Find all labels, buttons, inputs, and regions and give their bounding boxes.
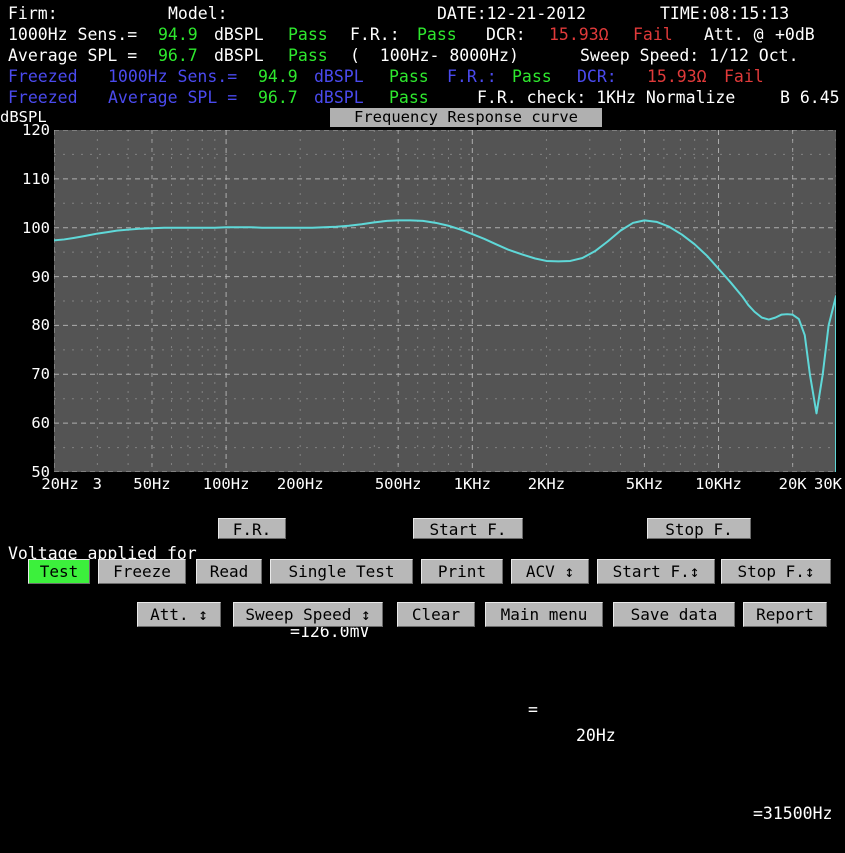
y-axis-tick-label: 60: [0, 415, 50, 431]
header-segment: 1000Hz Sens.=: [108, 66, 237, 87]
stop-frequency-button[interactable]: Stop F.: [647, 518, 751, 539]
x-axis-tick-label: 2KHz: [528, 476, 565, 493]
grid-lines: [54, 130, 836, 472]
header-segment: dBSPL: [214, 24, 264, 45]
chart-region: dBSPL Frequency Response curve 120110100…: [0, 108, 845, 500]
header-segment: Average SPL =: [8, 45, 137, 66]
stop-f-button[interactable]: Stop F.↕: [721, 559, 831, 584]
header-line-frozen-sens: Freezed 1000Hz Sens.= 94.9 dBSPL Pass F.R.: Pa…: [0, 66, 845, 87]
header-segment: Freezed: [8, 66, 78, 87]
acv-button[interactable]: ACV ↕: [511, 559, 589, 584]
freeze-button[interactable]: Freeze: [98, 559, 186, 584]
x-axis-tick-label: 3: [93, 476, 102, 493]
header-segment: 1000Hz Sens.=: [8, 24, 137, 45]
y-axis-tick-label: 100: [0, 220, 50, 236]
header-segment: dBSPL: [314, 66, 364, 87]
header-segment: Sweep Speed: 1/12 Oct.: [580, 45, 799, 66]
header-segment: DCR:: [486, 24, 526, 45]
x-axis-tick-label: 100Hz: [203, 476, 250, 493]
header-segment: 15.93Ω: [647, 66, 707, 87]
x-axis-tick-label: 20K: [779, 476, 807, 493]
header-segment: 96.7: [258, 87, 298, 108]
response-curve-svg: [54, 130, 836, 472]
header-segment: Fail: [633, 24, 673, 45]
x-axis-tick-label: 500Hz: [375, 476, 422, 493]
header-segment: B 6.45: [780, 87, 840, 108]
header-segment: Pass: [288, 24, 328, 45]
sweep-speed-button[interactable]: Sweep Speed ↕: [233, 602, 383, 627]
save-data-button[interactable]: Save data: [613, 602, 735, 627]
y-axis-tick-label: 80: [0, 317, 50, 333]
x-axis-tick-label: 1KHz: [454, 476, 491, 493]
header-segment: Pass: [417, 24, 457, 45]
fr-field-button[interactable]: F.R.: [218, 518, 286, 539]
frequency-response-app: Firm:Model:DATE:12-21-2012TIME:08:15:13 …: [0, 0, 845, 648]
header-segment: dBSPL: [214, 45, 264, 66]
header-segment: +0dB: [775, 24, 815, 45]
header-segment: DATE:12-21-2012: [437, 3, 586, 24]
secondary-button-row: Att. ↕ Sweep Speed ↕ Clear Main menu Save da…: [0, 602, 845, 632]
header-segment: 15.93Ω: [549, 24, 609, 45]
header-segment: ( 100Hz- 8000Hz): [350, 45, 519, 66]
header-segment: 94.9: [158, 24, 198, 45]
header-segment: 94.9: [258, 66, 298, 87]
plot-area[interactable]: [54, 130, 836, 472]
header-segment: dBSPL: [314, 87, 364, 108]
y-axis-tick-label: 110: [0, 171, 50, 187]
primary-button-row: Test Freeze Read Single Test Print ACV ↕ Start…: [0, 559, 845, 589]
header-segment: Pass: [288, 45, 328, 66]
read-button[interactable]: Read: [196, 559, 262, 584]
start-f-button[interactable]: Start F.↕: [597, 559, 715, 584]
header-line-firm-model-date: Firm: Model: DATE:12-21-2012 TIME:08:15:13: [0, 3, 845, 24]
stop-frequency-value: =31500Hz: [753, 801, 832, 827]
x-axis-tick-label: 10KHz: [695, 476, 742, 493]
clear-button[interactable]: Clear: [397, 602, 475, 627]
y-axis-tick-label: 90: [0, 269, 50, 285]
header-segment: F.R. check: 1KHz Normalize: [477, 87, 735, 108]
chart-title: Frequency Response curve: [330, 108, 602, 127]
header-segment: Pass: [389, 66, 429, 87]
header-segment: Firm:: [8, 3, 58, 24]
y-axis-tick-label: 70: [0, 366, 50, 382]
header-segment: Pass: [512, 66, 552, 87]
x-axis-tick-label: 30K: [814, 476, 842, 493]
y-axis-tick-label: 120: [0, 122, 50, 138]
header-segment: TIME:08:15:13: [660, 3, 789, 24]
single-test-button[interactable]: Single Test: [270, 559, 413, 584]
header-segment: F.R.:: [350, 24, 400, 45]
header-segment: Fail: [724, 66, 764, 87]
x-axis-tick-label: 50Hz: [133, 476, 170, 493]
header-line-frozen-average: Freezed Average SPL = 96.7 dBSPL Pass F.R. ch…: [0, 87, 845, 108]
status-header: Firm:Model:DATE:12-21-2012TIME:08:15:13 …: [0, 0, 845, 108]
header-segment: Average SPL =: [108, 87, 237, 108]
print-button[interactable]: Print: [421, 559, 503, 584]
header-segment: Freezed: [8, 87, 78, 108]
report-button[interactable]: Report: [743, 602, 827, 627]
att-button[interactable]: Att. ↕: [137, 602, 221, 627]
start-frequency-equals: =: [528, 697, 538, 723]
header-segment: DCR:: [577, 66, 617, 87]
main-menu-button[interactable]: Main menu: [485, 602, 603, 627]
start-frequency-value: 20Hz: [576, 723, 616, 749]
test-button[interactable]: Test: [28, 559, 90, 584]
header-segment: F.R.:: [447, 66, 497, 87]
header-segment: Att. @: [704, 24, 764, 45]
header-segment: 96.7: [158, 45, 198, 66]
header-line-average-spl: Average SPL = 96.7 dBSPL Pass ( 100Hz- 8000H…: [0, 45, 845, 66]
x-axis-tick-label: 200Hz: [277, 476, 324, 493]
header-segment: Pass: [389, 87, 429, 108]
header-line-sens-fr-dcr-att: 1000Hz Sens.= 94.9 dBSPL Pass F.R.: Pass DCR: 1…: [0, 24, 845, 45]
header-segment: Model:: [168, 3, 228, 24]
x-axis-tick-label: 20Hz: [41, 476, 78, 493]
x-axis-tick-label: 5KHz: [626, 476, 663, 493]
start-frequency-button[interactable]: Start F.: [413, 518, 523, 539]
voltage-settings-row: Voltage applied for F.R. =126.0mV Start …: [0, 515, 845, 541]
